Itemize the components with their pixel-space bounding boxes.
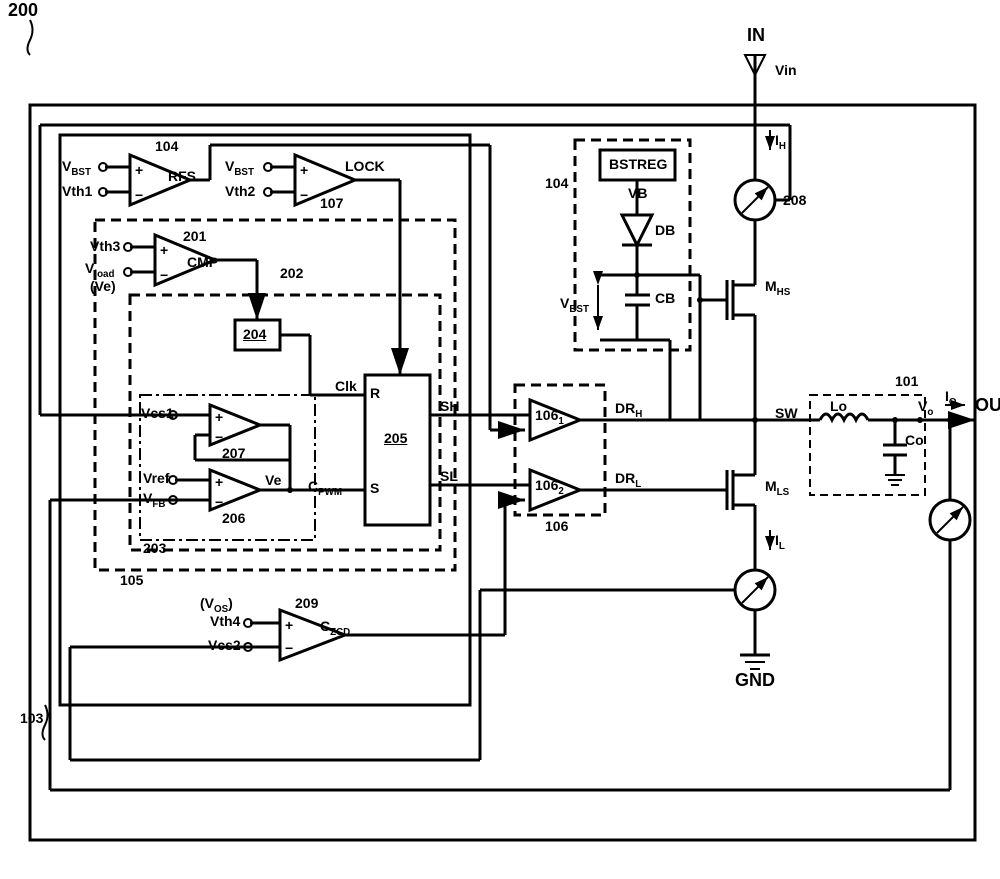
- svg-text:+: +: [285, 617, 293, 633]
- label-vth4: Vth4: [210, 613, 240, 629]
- label-cb: CB: [655, 290, 675, 306]
- ref-206: 206: [222, 510, 245, 526]
- circuit-svg: + − + − + − + − + −: [0, 0, 1000, 879]
- label-vth2: Vth2: [225, 183, 255, 199]
- svg-text:−: −: [135, 187, 143, 203]
- label-sl: SL: [440, 468, 458, 484]
- svg-text:+: +: [215, 409, 223, 425]
- label-co: Co: [905, 432, 924, 448]
- label-ve: Ve: [265, 472, 281, 488]
- svg-text:−: −: [300, 187, 308, 203]
- ref-106-1: 1061: [535, 407, 564, 427]
- ref-106: 106: [545, 518, 568, 534]
- ref-205: 205: [384, 430, 407, 446]
- fig-ref-200: 200: [8, 0, 38, 21]
- ref-107: 107: [320, 195, 343, 211]
- b205-r: R: [370, 385, 380, 401]
- ref-103: 103: [20, 710, 43, 726]
- svg-text:−: −: [160, 267, 168, 283]
- b205-s: S: [370, 480, 379, 496]
- label-vbst2: VBST: [225, 158, 254, 178]
- ref-201: 201: [183, 228, 206, 244]
- label-clk: Clk: [335, 378, 357, 394]
- label-vref: Vref: [143, 470, 169, 486]
- label-db: DB: [655, 222, 675, 238]
- label-vbst-cap: VBST: [560, 295, 589, 315]
- ref-202: 202: [280, 265, 303, 281]
- ref-106-2: 1062: [535, 477, 564, 497]
- svg-text:+: +: [300, 162, 308, 178]
- label-vos: (VOS): [200, 595, 233, 615]
- ref-209: 209: [295, 595, 318, 611]
- label-sh: SH: [440, 398, 459, 414]
- ref-104a: 104: [155, 138, 178, 154]
- label-ih: IH: [775, 132, 786, 152]
- ref-104b: 104: [545, 175, 568, 191]
- svg-text:−: −: [285, 640, 293, 656]
- svg-text:+: +: [160, 242, 168, 258]
- label-lock: LOCK: [345, 158, 385, 174]
- label-vo: Vo: [918, 398, 933, 418]
- ref-204: 204: [243, 326, 266, 342]
- label-vcs1: Vcs1: [141, 405, 174, 421]
- schematic-diagram: + − + − + − + − + −: [0, 0, 1000, 879]
- pin-in: IN: [747, 25, 765, 46]
- pin-sw: SW: [775, 405, 798, 421]
- label-cmp: CMP: [187, 254, 218, 270]
- label-drl: DRL: [615, 470, 641, 490]
- label-vload-ve: (Ve): [90, 278, 116, 294]
- label-vb: VB: [628, 185, 647, 201]
- label-czcd: CZCD: [320, 618, 350, 638]
- svg-text:−: −: [215, 429, 223, 445]
- label-mls: MLS: [765, 478, 789, 498]
- label-vbst1: VBST: [62, 158, 91, 178]
- label-mhs: MHS: [765, 278, 790, 298]
- label-vcs2: Vcs2: [208, 637, 241, 653]
- label-rfs: RFS: [168, 168, 196, 184]
- label-lo: Lo: [830, 398, 847, 414]
- label-drh: DRH: [615, 400, 642, 420]
- ref-101: 101: [895, 373, 918, 389]
- pin-out: OUT: [975, 395, 1000, 416]
- pin-gnd: GND: [735, 670, 775, 691]
- label-vth1: Vth1: [62, 183, 92, 199]
- svg-text:−: −: [215, 494, 223, 510]
- ref-105: 105: [120, 572, 143, 588]
- label-bstreg: BSTREG: [609, 156, 667, 172]
- svg-text:+: +: [215, 474, 223, 490]
- ref-203: 203: [143, 540, 166, 556]
- label-cpwm: CPWM: [308, 478, 342, 498]
- label-vin: Vin: [775, 62, 797, 78]
- svg-text:+: +: [135, 162, 143, 178]
- ref-208: 208: [783, 192, 806, 208]
- label-il: IL: [775, 532, 785, 552]
- label-io: IO: [945, 388, 957, 408]
- label-vth3: Vth3: [90, 238, 120, 254]
- label-vfb: VFB: [143, 490, 165, 510]
- ref-207: 207: [222, 445, 245, 461]
- label-vload: Vload: [85, 260, 114, 280]
